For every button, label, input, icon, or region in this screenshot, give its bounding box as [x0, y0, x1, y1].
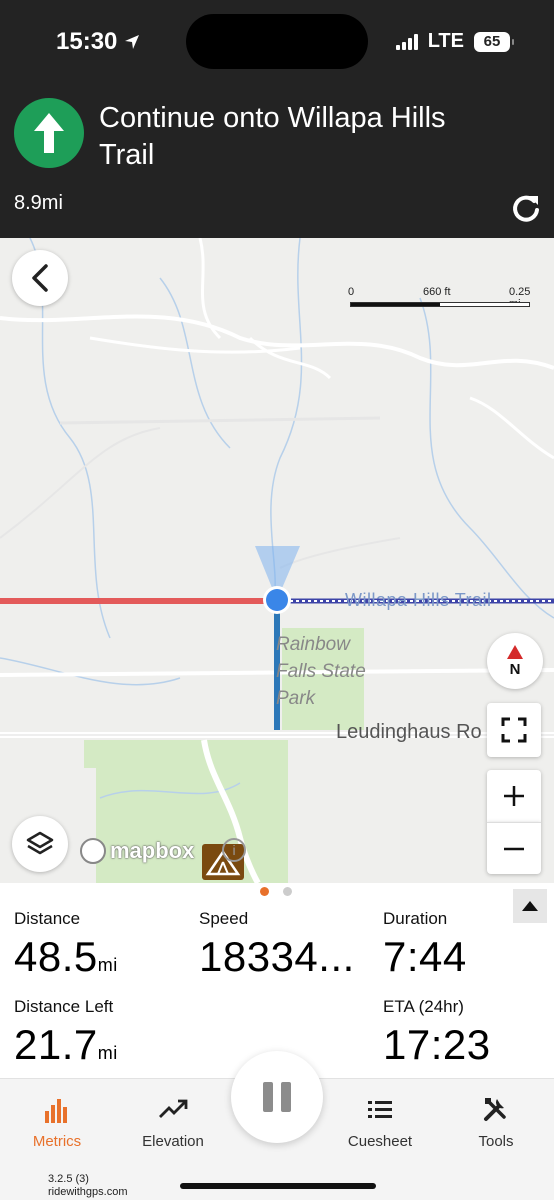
caret-up-icon	[522, 901, 538, 911]
minus-icon	[504, 847, 524, 850]
mapbox-wordmark: mapbox	[110, 838, 195, 863]
tab-label: Cuesheet	[347, 1133, 413, 1150]
distance-left-unit: mi	[97, 1043, 118, 1063]
network-type: LTE	[427, 30, 464, 52]
pause-button[interactable]	[231, 1051, 323, 1143]
location-arrow-icon	[125, 35, 140, 49]
tab-elevation[interactable]: Elevation	[118, 1095, 228, 1150]
tab-label: Elevation	[142, 1133, 204, 1150]
metric-label: Distance	[14, 909, 81, 928]
metric-distance: Distance 48.5mi	[14, 909, 118, 981]
page-indicator[interactable]	[260, 887, 292, 896]
metric-label: Distance Left	[14, 997, 114, 1016]
road-label: Leudinghaus Ro	[336, 721, 482, 743]
expand-panel-button[interactable]	[513, 889, 547, 923]
distance-to-turn: 8.9mi	[14, 192, 63, 214]
distance-left-value: 21.7	[14, 1021, 98, 1068]
site-name: ridewithgps.com	[48, 1186, 128, 1198]
layers-button[interactable]	[12, 816, 68, 872]
zoom-out-button[interactable]	[487, 822, 541, 874]
speed-value: 18334...	[199, 933, 355, 980]
chevron-left-icon	[32, 264, 48, 292]
metric-distance-left: Distance Left 21.7mi	[14, 997, 118, 1069]
tab-metrics[interactable]: Metrics	[2, 1095, 112, 1150]
navigation-header: 15:30 LTE 65 Continue onto Willapa Hills…	[0, 0, 554, 238]
metric-label: Duration	[383, 909, 448, 928]
fullscreen-icon	[501, 717, 527, 743]
scale-start: 0	[348, 286, 355, 298]
metric-label: Speed	[199, 909, 249, 928]
tab-label: Metrics	[32, 1133, 82, 1150]
map-view[interactable]: Willapa Hills Trail Rainbow Falls State …	[0, 238, 554, 883]
map-canvas	[0, 238, 554, 883]
mapbox-logo: mapbox	[80, 838, 194, 864]
scale-mid: 660 ft	[423, 286, 451, 298]
scale-bar: 0 660 ft 0.25 mi	[346, 286, 536, 310]
distance-value: 48.5	[14, 933, 98, 980]
pause-bar-left	[263, 1082, 273, 1112]
north-arrow-icon	[507, 644, 523, 659]
attribution-info-button[interactable]: i	[222, 838, 246, 862]
tools-icon	[484, 1098, 506, 1121]
metric-label: ETA (24hr)	[383, 997, 464, 1016]
reroute-icon[interactable]	[510, 192, 542, 224]
metric-value: 21.7mi	[14, 1021, 118, 1069]
distance-unit: mi	[97, 955, 118, 975]
page-dot[interactable]	[283, 887, 292, 896]
status-indicators: LTE 65	[395, 30, 514, 53]
metric-duration: Duration 7:44	[383, 909, 467, 981]
tab-label: Tools	[478, 1133, 514, 1150]
metric-value: 48.5mi	[14, 933, 118, 981]
home-indicator[interactable]	[180, 1183, 376, 1189]
compass-letter: N	[509, 660, 521, 678]
bar-chart-icon	[45, 1099, 67, 1123]
plus-icon	[504, 786, 524, 806]
trail-label: Willapa Hills Trail	[345, 590, 492, 610]
turn-instruction: Continue onto Willapa Hills Trail	[99, 102, 446, 171]
layers-icon	[26, 831, 54, 855]
metric-speed: Speed 18334...	[199, 909, 355, 981]
back-button[interactable]	[12, 250, 68, 306]
compass-button[interactable]: N	[487, 633, 543, 689]
battery-level: 65	[483, 33, 501, 50]
clock: 15:30	[56, 28, 118, 55]
zoom-in-button[interactable]	[487, 770, 541, 822]
trend-line-icon	[159, 1099, 188, 1118]
eta-value: 17:23	[383, 1021, 491, 1068]
metric-eta: ETA (24hr) 17:23	[383, 997, 491, 1069]
battery-icon: 65	[474, 31, 514, 52]
fullscreen-button[interactable]	[487, 703, 541, 757]
signal-icon	[395, 33, 418, 50]
list-icon	[368, 1101, 392, 1118]
bottom-tab-bar: Metrics Elevation Cuesheet Tools 3.2.5 (…	[0, 1051, 554, 1200]
status-time: 15:30	[56, 28, 141, 56]
app-version: 3.2.5 (3) ridewithgps.com	[48, 1173, 127, 1199]
pause-bar-right	[281, 1082, 291, 1112]
dynamic-island	[186, 14, 368, 69]
tab-cuesheet[interactable]: Cuesheet	[325, 1095, 435, 1150]
mapbox-mark-icon	[80, 838, 106, 864]
ride-screen: 15:30 LTE 65 Continue onto Willapa Hills…	[0, 0, 554, 1200]
straight-arrow-icon	[14, 98, 84, 168]
tab-tools[interactable]: Tools	[441, 1095, 551, 1150]
version-number: 3.2.5 (3)	[48, 1173, 89, 1185]
park-label: Rainbow Falls State Park	[276, 634, 366, 709]
page-dot-active[interactable]	[260, 887, 269, 896]
duration-value: 7:44	[383, 933, 467, 980]
